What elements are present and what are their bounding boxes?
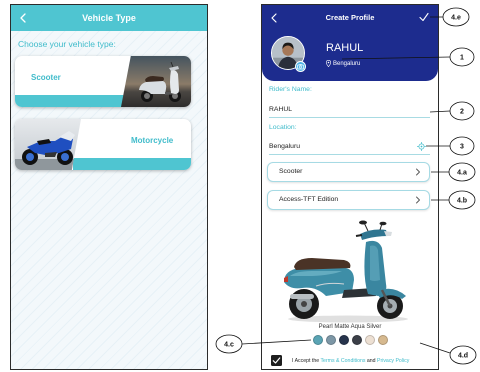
rider-name-underline <box>269 117 430 118</box>
vehicle-type-screen: Vehicle Type Choose your vehicle type: S… <box>10 4 208 370</box>
check-icon <box>419 12 429 22</box>
color-swatch[interactable] <box>351 335 362 345</box>
color-swatch[interactable] <box>325 335 336 345</box>
accept-terms-checkbox[interactable] <box>271 355 282 366</box>
chevron-right-icon <box>415 168 421 176</box>
callout-2-label: 2 <box>460 109 464 116</box>
color-swatch[interactable] <box>377 335 388 345</box>
vehicle-model-selector[interactable]: Access-TFT Edition <box>267 190 430 210</box>
terms-conjunction: and <box>365 358 377 364</box>
profile-location: Bengaluru <box>326 60 360 67</box>
color-swatch[interactable] <box>338 335 349 345</box>
camera-icon <box>297 64 304 70</box>
privacy-policy-link[interactable]: Privacy Policy <box>377 358 409 364</box>
confirm-button[interactable] <box>419 12 429 22</box>
rear-body-panel <box>284 268 354 296</box>
scooter-photo <box>121 56 191 107</box>
location-label: Location: <box>269 124 297 131</box>
callout-4a-label: 4.a <box>457 170 467 177</box>
change-photo-button[interactable] <box>295 61 306 72</box>
scooter-option-card[interactable]: Scooter <box>15 56 191 107</box>
terms-consent-text: I Accept the Terms & Conditions and Priv… <box>292 358 409 364</box>
terms-link[interactable]: Terms & Conditions <box>320 358 365 364</box>
chevron-right-icon <box>415 196 421 204</box>
color-swatch[interactable] <box>364 335 375 345</box>
crosshair-icon <box>417 142 426 151</box>
rear-wheel <box>289 289 319 319</box>
profile-location-text: Bengaluru <box>333 60 361 67</box>
callout-4e-label: 4.e <box>451 15 461 22</box>
exhaust <box>290 294 314 299</box>
callout-3-bubble <box>449 136 475 156</box>
callout-1-bubble <box>449 47 475 67</box>
callout-4a-bubble <box>448 162 476 182</box>
rider-name-field[interactable]: RAHUL <box>269 106 430 113</box>
page-title: Vehicle Type <box>82 13 136 23</box>
vehicle-type-value: Scooter <box>279 168 303 175</box>
card-accent-bar <box>15 95 127 107</box>
profile-name: RAHUL <box>326 42 364 54</box>
location-field[interactable]: Bengaluru <box>269 143 430 150</box>
vehicle-type-selector[interactable]: Scooter <box>267 162 430 182</box>
selected-scooter-image <box>284 220 408 323</box>
rider-name-label: Rider's Name: <box>269 86 312 93</box>
checkmark-icon <box>272 357 281 364</box>
color-swatch[interactable] <box>312 335 323 345</box>
vehicle-type-header: Vehicle Type <box>11 5 207 31</box>
callout-4c-bubble <box>215 334 243 354</box>
callout-4c-label: 4.c <box>224 342 234 349</box>
vehicle-type-prompt: Choose your vehicle type: <box>18 39 116 49</box>
callout-4d-label: 4.d <box>458 353 468 360</box>
motorcycle-option-card[interactable]: Motorcycle <box>15 119 191 170</box>
card-accent-bar <box>73 158 191 170</box>
terms-prefix: I Accept the <box>292 358 321 364</box>
callout-1-label: 1 <box>460 55 464 62</box>
callout-4d-bubble <box>449 345 477 365</box>
selected-color-name: Pearl Matte Aqua Silver <box>318 324 382 330</box>
detect-location-button[interactable] <box>417 142 426 151</box>
motorcycle-photo <box>15 119 81 170</box>
color-swatches <box>262 335 438 345</box>
callout-4b-bubble <box>448 190 476 210</box>
profile-header: Create Profile RAHUL Bengaluru <box>262 5 438 81</box>
scooter-option-label: Scooter <box>31 73 61 82</box>
page-title: Create Profile <box>325 13 375 22</box>
callout-2-bubble <box>449 101 475 121</box>
handlebar <box>355 220 392 240</box>
seat <box>294 258 351 270</box>
vehicle-model-value: Access-TFT Edition <box>279 196 339 203</box>
callout-4b-label: 4.b <box>457 198 467 205</box>
motorcycle-option-label: Motorcycle <box>131 136 174 145</box>
callout-4e-bubble <box>442 7 470 27</box>
map-pin-icon <box>326 60 331 67</box>
location-underline <box>269 154 430 155</box>
callout-3-label: 3 <box>460 144 464 151</box>
create-profile-screen: Create Profile RAHUL Bengaluru Rider's N… <box>261 4 439 370</box>
